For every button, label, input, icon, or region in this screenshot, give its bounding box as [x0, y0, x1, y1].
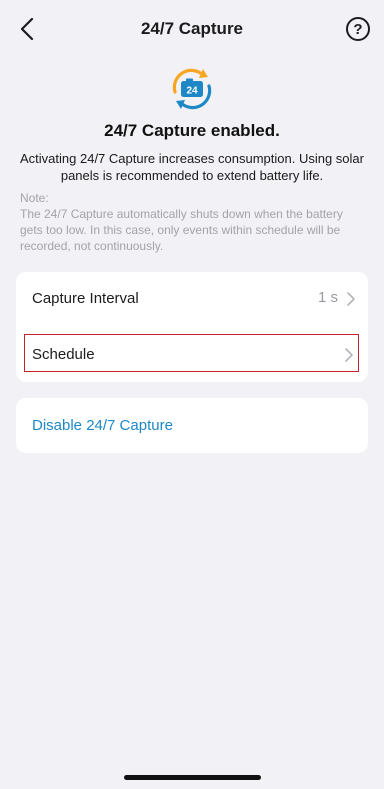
page-title: 24/7 Capture [140, 19, 244, 38]
camera-24-icon: 24 [167, 66, 217, 112]
help-button[interactable]: ? [346, 17, 370, 41]
disable-capture-button[interactable]: Disable 24/7 Capture [32, 417, 173, 434]
home-indicator [124, 775, 261, 780]
schedule-label: Schedule [32, 346, 95, 363]
status-headline: 24/7 Capture enabled. [104, 121, 280, 140]
note-text: Note: The 24/7 Capture automatically shu… [20, 191, 343, 253]
question-circle-icon: ? [353, 20, 363, 38]
navigation-bar: 24/7 Capture ? [0, 0, 384, 58]
chevron-right-icon [345, 348, 353, 362]
settings-card: Capture Interval 1 s Schedule [16, 272, 368, 382]
schedule-row[interactable]: Schedule [16, 272, 368, 372]
hero-badge-text: 24 [186, 86, 198, 97]
disable-card: Disable 24/7 Capture [16, 398, 368, 453]
description-text: Activating 24/7 Capture increases consum… [20, 151, 364, 183]
